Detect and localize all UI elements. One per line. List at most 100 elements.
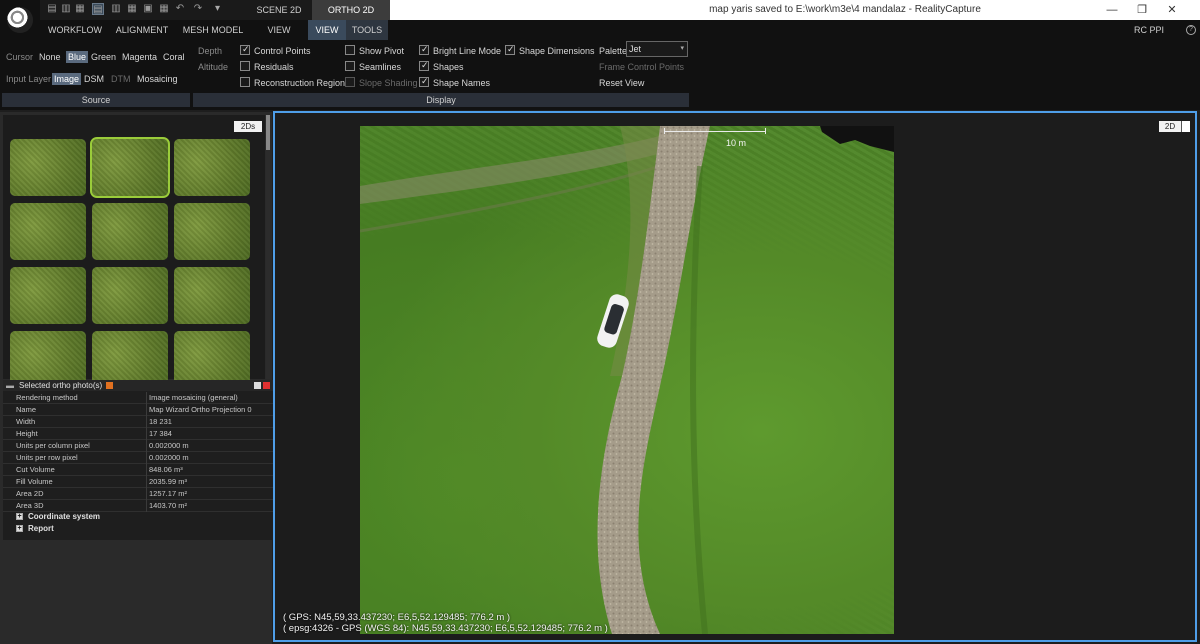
expander-coordinate-system[interactable]: + Coordinate system: [3, 511, 273, 522]
image-edge-mask: [820, 126, 894, 152]
orange-badge-icon: [106, 382, 113, 389]
reconstruction-region-checkbox[interactable]: [240, 77, 250, 87]
cursor-blue-option[interactable]: Blue: [66, 51, 89, 63]
shapes-checkbox[interactable]: [419, 60, 429, 71]
redo-icon[interactable]: ↷: [192, 3, 204, 15]
thumbnail-image[interactable]: [92, 203, 168, 260]
control-points-label: Control Points: [254, 46, 311, 56]
property-row[interactable]: Height 17 384: [3, 428, 273, 440]
column-divider: [146, 488, 147, 500]
collapse-icon[interactable]: ▬: [6, 380, 14, 391]
tab-view-global[interactable]: VIEW: [256, 20, 302, 40]
gps-readout-line1: ( GPS: N45,59,33.437230; E6,5,52.129485;…: [283, 612, 511, 623]
property-row[interactable]: Width 18 231: [3, 416, 273, 428]
frame-control-points-button[interactable]: Frame Control Points: [599, 62, 684, 72]
column-divider: [146, 404, 147, 416]
properties-title: Selected ortho photo(s): [19, 381, 103, 390]
property-key: Area 2D: [16, 489, 44, 498]
thumbnail-image[interactable]: [10, 139, 86, 196]
expander-report[interactable]: + Report: [3, 523, 273, 534]
images-2ds-button[interactable]: 2Ds: [234, 121, 262, 132]
realitycapture-logo-icon: [7, 7, 33, 33]
plus-icon: +: [16, 513, 23, 520]
thumbnail-scrollbar-thumb[interactable]: [266, 115, 270, 150]
shape-dimensions-checkbox[interactable]: [505, 44, 515, 55]
layout-4-icon[interactable]: ▤: [92, 3, 104, 15]
layout-6-icon[interactable]: ▦: [126, 3, 138, 15]
tab-alignment[interactable]: ALIGNMENT: [110, 20, 174, 40]
quick-access-dropdown-icon[interactable]: ▾: [215, 3, 220, 14]
scale-bar: [664, 131, 766, 132]
cursor-coral-option[interactable]: Coral: [163, 52, 185, 62]
tab-strip-blank: [500, 0, 610, 20]
orthophoto[interactable]: [360, 126, 894, 634]
column-divider: [146, 476, 147, 488]
rc-ppi-label[interactable]: RC PPI: [1134, 20, 1164, 40]
property-row[interactable]: Units per column pixel 0.002000 m: [3, 440, 273, 452]
property-row[interactable]: Area 2D 1257.17 m²: [3, 488, 273, 500]
app-logo[interactable]: [0, 0, 40, 40]
property-key: Height: [16, 429, 38, 438]
float-panel-icon[interactable]: [254, 382, 261, 389]
close-button[interactable]: ✕: [1152, 0, 1192, 20]
seamlines-checkbox[interactable]: [345, 61, 355, 71]
palette-select[interactable]: Jet ▾: [626, 41, 688, 57]
control-points-checkbox[interactable]: [240, 44, 250, 55]
depth-option[interactable]: Depth: [198, 46, 222, 56]
residuals-checkbox[interactable]: [240, 61, 250, 71]
thumbnail-image[interactable]: [174, 139, 250, 196]
undo-icon[interactable]: ↶: [174, 3, 186, 15]
tab-mesh-model[interactable]: MESH MODEL: [178, 20, 248, 40]
thumbnail-image[interactable]: [10, 203, 86, 260]
thumbnail-image[interactable]: [92, 267, 168, 324]
tab-workflow[interactable]: WORKFLOW: [44, 20, 106, 40]
property-row[interactable]: Units per row pixel 0.002000 m: [3, 452, 273, 464]
thumbnail-image[interactable]: [174, 203, 250, 260]
cursor-green-option[interactable]: Green: [91, 52, 116, 62]
cursor-none-option[interactable]: None: [39, 52, 61, 62]
property-key: Width: [16, 417, 36, 426]
expander-label: Report: [28, 524, 54, 533]
slope-shading-checkbox[interactable]: [345, 77, 355, 87]
shape-names-checkbox[interactable]: [419, 76, 429, 87]
layout-7-icon[interactable]: ▣: [142, 3, 154, 15]
reset-view-button[interactable]: Reset View: [599, 78, 644, 88]
close-panel-icon[interactable]: [263, 382, 270, 389]
layout-5-icon[interactable]: ▥: [110, 3, 122, 15]
tab-tools[interactable]: TOOLS: [346, 20, 388, 40]
property-row[interactable]: Fill Volume 2035.99 m³: [3, 476, 273, 488]
cursor-magenta-option[interactable]: Magenta: [122, 52, 157, 62]
tab-view[interactable]: VIEW: [308, 20, 346, 40]
view-2d-button[interactable]: 2D: [1159, 121, 1181, 132]
property-key: Rendering method: [16, 393, 78, 402]
property-row[interactable]: Rendering method Image mosaicing (general…: [3, 392, 273, 404]
layout-1-icon[interactable]: ▤: [46, 3, 58, 15]
thumbnail-scrollbar[interactable]: [266, 115, 270, 379]
input-layer-dtm-option[interactable]: DTM: [111, 74, 131, 84]
input-layer-image-option[interactable]: Image: [52, 73, 82, 85]
layout-3-icon[interactable]: ▦: [74, 3, 86, 15]
layout-2-icon[interactable]: ▥: [60, 3, 72, 15]
view-menu-button[interactable]: [1181, 121, 1190, 132]
thumbnail-image[interactable]: [174, 267, 250, 324]
property-value: 18 231: [149, 417, 172, 426]
thumbnail-image[interactable]: [90, 137, 170, 198]
input-layer-mosaicing-option[interactable]: Mosaicing: [137, 74, 178, 84]
tab-ortho-2d[interactable]: ORTHO 2D: [312, 0, 390, 20]
layout-8-icon[interactable]: ▦: [158, 3, 170, 15]
bright-line-mode-checkbox[interactable]: [419, 44, 429, 55]
property-row[interactable]: Name Map Wizard Ortho Projection 0: [3, 404, 273, 416]
expander-label: Coordinate system: [28, 512, 101, 521]
show-pivot-checkbox[interactable]: [345, 45, 355, 55]
thumbnail-image[interactable]: [10, 267, 86, 324]
thumbnail-container: [10, 137, 255, 452]
property-row[interactable]: Cut Volume 848.06 m³: [3, 464, 273, 476]
help-icon[interactable]: ?: [1186, 25, 1196, 35]
property-value: 2035.99 m³: [149, 477, 187, 486]
input-layer-dsm-option[interactable]: DSM: [84, 74, 104, 84]
altitude-option[interactable]: Altitude: [198, 62, 228, 72]
car-object: [597, 294, 629, 348]
reconstruction-region-label: Reconstruction Region: [254, 78, 346, 88]
property-value: 848.06 m³: [149, 465, 183, 474]
tab-scene-2d[interactable]: SCENE 2D: [246, 0, 312, 20]
